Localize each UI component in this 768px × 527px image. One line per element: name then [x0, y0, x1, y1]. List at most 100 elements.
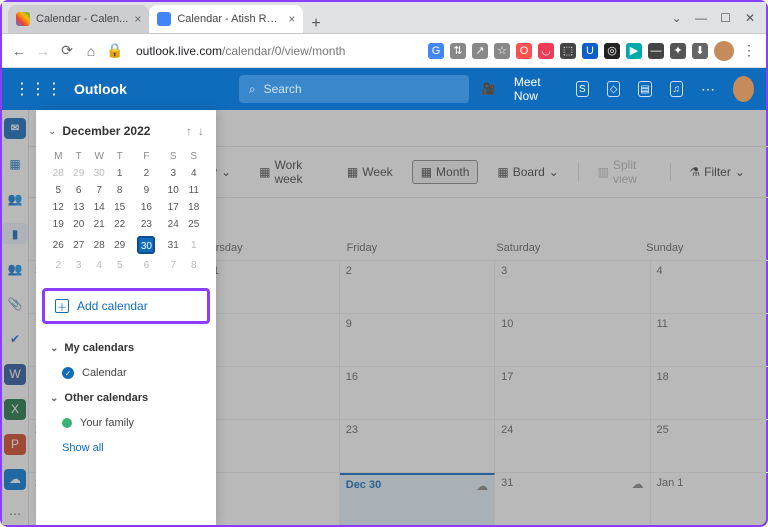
ext-icon[interactable]: ◎ [604, 43, 620, 59]
view-board-button[interactable]: ▦ Board ⌄ [488, 160, 567, 184]
new-tab-button[interactable]: + [303, 15, 328, 33]
back-icon[interactable]: ← [10, 43, 28, 59]
ext-icon[interactable]: ⬚ [560, 43, 576, 59]
mini-cal-day[interactable]: 3 [68, 257, 88, 274]
mini-cal-day[interactable]: 2 [48, 257, 68, 274]
mini-cal-day[interactable]: 21 [89, 216, 109, 233]
mini-cal-day[interactable]: 8 [183, 257, 204, 274]
calendar-item[interactable]: Your family [36, 412, 216, 434]
mini-cal-day[interactable]: 17 [163, 199, 183, 216]
mini-cal-day[interactable]: 24 [163, 216, 183, 233]
day-cell[interactable]: 24 [495, 420, 650, 472]
powerpoint-icon[interactable]: P [4, 434, 26, 455]
google-icon[interactable]: G [428, 43, 444, 59]
ai-icon[interactable]: U [582, 43, 598, 59]
share-icon[interactable]: ↗ [472, 43, 488, 59]
mini-cal-day[interactable]: 5 [109, 257, 129, 274]
day-cell[interactable]: 25 [651, 420, 768, 472]
calendar-item[interactable]: ✓ Calendar [36, 362, 216, 384]
rail-todo-icon[interactable]: ✔ [4, 328, 26, 349]
day-cell[interactable]: 9 [340, 314, 495, 366]
download-icon[interactable]: ⬇ [692, 43, 708, 59]
add-calendar-button[interactable]: ＋ Add calendar [42, 288, 210, 324]
mini-cal-day[interactable]: 10 [163, 182, 183, 199]
mini-cal-day[interactable]: 30 [130, 233, 163, 257]
mini-cal-day[interactable]: 12 [48, 199, 68, 216]
mini-cal-day[interactable]: 19 [48, 216, 68, 233]
prev-month-icon[interactable]: ↑ [186, 124, 192, 138]
minimize-icon[interactable]: — [691, 11, 711, 25]
close-icon[interactable]: × [134, 12, 141, 26]
mini-cal-day[interactable]: 22 [109, 216, 129, 233]
chevron-down-icon[interactable]: ⌄ [48, 126, 56, 137]
pocket-icon[interactable]: ◡ [538, 43, 554, 59]
lock-icon[interactable]: 🔒 [106, 42, 124, 59]
mini-cal-day[interactable]: 1 [183, 233, 204, 257]
more-button[interactable]: ⋯ [764, 160, 768, 184]
word-icon[interactable]: W [4, 364, 26, 385]
app-launcher-icon[interactable]: ⋮⋮⋮ [14, 79, 62, 99]
mini-cal-day[interactable]: 13 [68, 199, 88, 216]
view-workweek-button[interactable]: ▦ Work week [250, 153, 328, 191]
day-cell[interactable]: 2 [340, 261, 495, 313]
mini-cal-day[interactable]: 6 [68, 182, 88, 199]
search-input[interactable]: ⌕ Search [239, 75, 469, 103]
mini-cal-day[interactable]: 6 [130, 257, 163, 274]
day-cell[interactable]: Jan 1☁ [651, 473, 768, 525]
sync-icon[interactable]: ⇅ [450, 43, 466, 59]
day-cell[interactable]: 11 [651, 314, 768, 366]
day-cell[interactable]: 17 [495, 367, 650, 419]
profile-avatar[interactable] [714, 41, 734, 61]
mini-cal-day[interactable]: 4 [183, 165, 204, 182]
premium-icon[interactable]: ◇ [607, 81, 620, 97]
home-icon[interactable]: ⌂ [82, 43, 100, 59]
mail-icon[interactable]: ✉ [4, 118, 26, 139]
browser-tab[interactable]: Calendar - Atish Rajasekaran - ... × [149, 5, 303, 33]
day-cell[interactable]: Dec 30☁ [340, 473, 495, 525]
view-week-button[interactable]: ▦ Week [338, 160, 402, 184]
maximize-icon[interactable]: ☐ [716, 11, 736, 25]
mini-cal-day[interactable]: 15 [109, 199, 129, 216]
day-cell[interactable]: 18 [651, 367, 768, 419]
mini-cal-day[interactable]: 30 [89, 165, 109, 182]
rail-contacts-icon[interactable]: 👥 [4, 258, 26, 279]
mini-cal-day[interactable]: 26 [48, 233, 68, 257]
next-month-icon[interactable]: ↓ [198, 124, 204, 138]
my-calendars-group[interactable]: ⌄ My calendars [36, 334, 216, 362]
day-cell[interactable]: 23 [340, 420, 495, 472]
mini-calendar[interactable]: MTWTFSS282930123456789101112131415161718… [36, 144, 216, 278]
mini-cal-day[interactable]: 18 [183, 199, 204, 216]
url-field[interactable]: outlook.live.com/calendar/0/view/month [130, 44, 351, 58]
skype-icon[interactable]: S [576, 81, 589, 97]
reload-icon[interactable]: ⟳ [58, 42, 76, 59]
mini-cal-day[interactable]: 4 [89, 257, 109, 274]
mini-cal-day[interactable]: 2 [130, 165, 163, 182]
mini-cal-day[interactable]: 27 [68, 233, 88, 257]
mini-cal-day[interactable]: 5 [48, 182, 68, 199]
day-cell[interactable]: 10 [495, 314, 650, 366]
mini-cal-day[interactable]: 14 [89, 199, 109, 216]
mini-cal-day[interactable]: 8 [109, 182, 129, 199]
ext-icon[interactable]: — [648, 43, 664, 59]
mini-cal-day[interactable]: 25 [183, 216, 204, 233]
forward-icon[interactable]: → [34, 43, 52, 59]
rail-people-icon[interactable]: 👥 [4, 188, 26, 209]
mini-cal-day[interactable]: 28 [48, 165, 68, 182]
close-icon[interactable]: × [288, 12, 295, 26]
mini-cal-day[interactable]: 9 [130, 182, 163, 199]
meet-now-button[interactable]: Meet Now [514, 75, 558, 103]
mini-cal-day[interactable]: 11 [183, 182, 204, 199]
excel-icon[interactable]: X [4, 399, 26, 420]
opera-icon[interactable]: O [516, 43, 532, 59]
browser-tab[interactable]: Calendar - Calen... × [8, 5, 149, 33]
news-icon[interactable]: ▤ [638, 81, 651, 97]
tips-icon[interactable]: ♫ [670, 81, 683, 97]
star-icon[interactable]: ☆ [494, 43, 510, 59]
rail-files-icon[interactable]: 📎 [4, 293, 26, 314]
day-cell[interactable]: 31☁ [495, 473, 650, 525]
ext-icon[interactable]: ▶ [626, 43, 642, 59]
onedrive-icon[interactable]: ☁ [4, 469, 26, 490]
mini-cal-day[interactable]: 29 [68, 165, 88, 182]
day-cell[interactable]: 16 [340, 367, 495, 419]
mini-cal-day[interactable]: 1 [109, 165, 129, 182]
